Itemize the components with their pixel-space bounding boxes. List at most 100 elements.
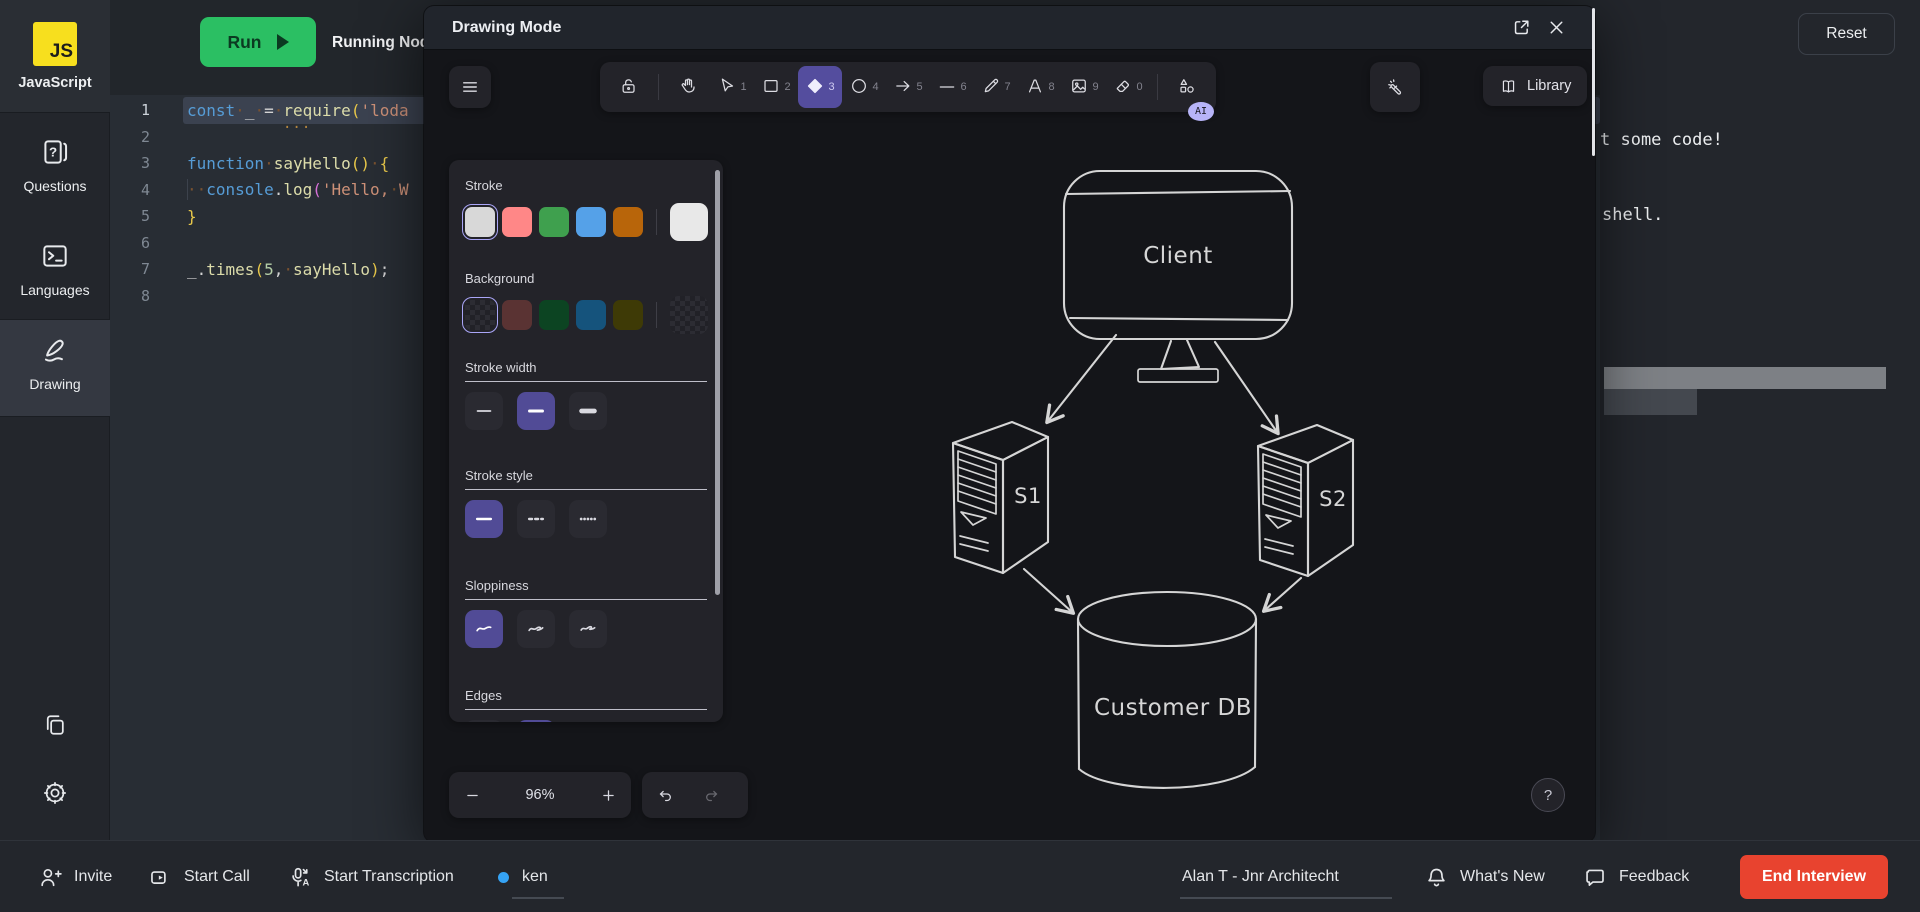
sloppiness-label: Sloppiness bbox=[465, 578, 707, 600]
tool-ellipse[interactable]: 4 bbox=[842, 66, 886, 108]
bg-row-swatch[interactable] bbox=[465, 300, 495, 330]
stroke-row-swatch[interactable] bbox=[465, 207, 495, 237]
style-row-option-2[interactable] bbox=[517, 500, 555, 538]
stroke-row-swatch[interactable] bbox=[576, 207, 606, 237]
feedback-button[interactable]: Feedback bbox=[1583, 841, 1689, 912]
undo-icon bbox=[657, 787, 674, 804]
tool-diamond[interactable]: 3 bbox=[798, 66, 842, 108]
stroke-width-options bbox=[465, 392, 707, 430]
modal-title: Drawing Mode bbox=[452, 19, 561, 37]
feedback-label: Feedback bbox=[1619, 868, 1689, 886]
zoom-in-button[interactable] bbox=[585, 772, 631, 818]
tool-shapes[interactable]: AI bbox=[1165, 66, 1209, 108]
library-button[interactable]: Library bbox=[1483, 66, 1587, 106]
undo-button[interactable] bbox=[642, 772, 688, 818]
laser-pointer-button[interactable] bbox=[1370, 62, 1420, 112]
edges-row-option-2[interactable] bbox=[517, 720, 555, 722]
sidebar-item-questions[interactable]: ? Questions bbox=[0, 136, 110, 194]
bg-row-swatch[interactable] bbox=[613, 300, 643, 330]
open-in-new-window-button[interactable] bbox=[1510, 17, 1532, 39]
help-button[interactable]: ? bbox=[1531, 778, 1565, 812]
sidebar-item-languages[interactable]: Languages bbox=[0, 240, 110, 298]
menu-button[interactable] bbox=[449, 66, 491, 108]
tool-shortcut: 6 bbox=[960, 81, 966, 93]
end-interview-button[interactable]: End Interview bbox=[1740, 855, 1888, 899]
tool-shortcut: 7 bbox=[1004, 81, 1010, 93]
external-link-icon bbox=[1511, 17, 1532, 38]
laser-wand-icon bbox=[1385, 77, 1406, 98]
bg-row-current-color[interactable] bbox=[670, 296, 708, 334]
client-monitor-shape[interactable]: Client bbox=[1064, 171, 1292, 382]
rectangle-icon bbox=[761, 76, 781, 99]
right-panel-scrollbar[interactable] bbox=[1592, 8, 1595, 156]
line-number: 6 bbox=[110, 234, 150, 252]
sidebar-item-drawing[interactable]: Drawing bbox=[0, 334, 110, 392]
stroke-row-swatch[interactable] bbox=[502, 207, 532, 237]
background-section-label: Background bbox=[465, 271, 707, 286]
width-row-option-3[interactable] bbox=[569, 392, 607, 430]
redo-button[interactable] bbox=[688, 772, 734, 818]
tool-rectangle[interactable]: 2 bbox=[754, 66, 798, 108]
tool-shortcut: 1 bbox=[740, 81, 746, 93]
style-row-option-1[interactable] bbox=[465, 500, 503, 538]
bg-row-swatch[interactable] bbox=[576, 300, 606, 330]
selection-icon bbox=[717, 76, 737, 99]
style-row-option-3[interactable] bbox=[569, 500, 607, 538]
tool-draw[interactable]: 7 bbox=[974, 66, 1018, 108]
microphone-icon: A bbox=[288, 865, 313, 890]
slop-row-option-2[interactable] bbox=[517, 610, 555, 648]
sidebar-item-label: Languages bbox=[20, 282, 89, 298]
edges-row-option-1[interactable] bbox=[465, 720, 503, 722]
draw-icon bbox=[981, 76, 1001, 99]
panel-scrollbar[interactable] bbox=[715, 170, 720, 595]
selection-bar bbox=[1604, 389, 1697, 415]
slop-row-option-3[interactable] bbox=[569, 610, 607, 648]
tool-shortcut: 9 bbox=[1092, 81, 1098, 93]
stroke-row-current-color[interactable] bbox=[670, 203, 708, 241]
bg-row-swatch[interactable] bbox=[539, 300, 569, 330]
whats-new-label: What's New bbox=[1460, 868, 1545, 886]
database-cylinder-shape[interactable]: Customer DB bbox=[1078, 592, 1256, 788]
reset-button[interactable]: Reset bbox=[1798, 13, 1895, 55]
start-transcription-button[interactable]: A Start Transcription bbox=[288, 841, 454, 912]
settings-button[interactable] bbox=[41, 779, 69, 807]
zoom-out-button[interactable] bbox=[449, 772, 495, 818]
terminal-icon bbox=[39, 240, 71, 272]
footer-bar: Invite Start Call A Start Transcription … bbox=[0, 840, 1920, 912]
stroke-row-swatch[interactable] bbox=[613, 207, 643, 237]
tool-line[interactable]: 6 bbox=[930, 66, 974, 108]
person-plus-icon bbox=[38, 865, 63, 890]
start-call-label: Start Call bbox=[184, 868, 250, 886]
tool-selection[interactable]: 1 bbox=[710, 66, 754, 108]
run-button[interactable]: Run bbox=[200, 17, 316, 67]
tool-hand[interactable] bbox=[666, 66, 710, 108]
instructions-fragment: t some code! bbox=[1600, 130, 1723, 150]
tool-shortcut: 4 bbox=[872, 81, 878, 93]
start-transcription-label: Start Transcription bbox=[324, 868, 454, 886]
tool-text[interactable]: 8 bbox=[1018, 66, 1062, 108]
history-controls bbox=[642, 772, 748, 818]
start-call-button[interactable]: Start Call bbox=[148, 841, 250, 912]
bg-row-swatch[interactable] bbox=[502, 300, 532, 330]
width-row-option-1[interactable] bbox=[465, 392, 503, 430]
zoom-level[interactable]: 96% bbox=[495, 787, 585, 803]
stroke-row-swatch[interactable] bbox=[539, 207, 569, 237]
invite-button[interactable]: Invite bbox=[38, 841, 112, 912]
width-row-option-2[interactable] bbox=[517, 392, 555, 430]
line-number: 4 bbox=[110, 181, 150, 199]
instructions-fragment: shell. bbox=[1602, 205, 1663, 225]
user-presence: ken bbox=[498, 841, 548, 912]
tool-image[interactable]: 9 bbox=[1062, 66, 1106, 108]
slop-row-option-1[interactable] bbox=[465, 610, 503, 648]
toolbar-divider bbox=[658, 74, 659, 100]
tool-eraser[interactable]: 0 bbox=[1106, 66, 1150, 108]
chat-icon bbox=[1583, 865, 1608, 890]
tool-lock[interactable] bbox=[607, 66, 651, 108]
close-modal-button[interactable] bbox=[1545, 17, 1567, 39]
sidebar-item-javascript[interactable]: JS JavaScript bbox=[0, 0, 110, 113]
copy-button[interactable] bbox=[41, 711, 69, 739]
participant-name[interactable]: Alan T - Jnr Architecht bbox=[1182, 841, 1339, 912]
whats-new-button[interactable]: What's New bbox=[1424, 841, 1545, 912]
tool-arrow[interactable]: 5 bbox=[886, 66, 930, 108]
user-name: ken bbox=[522, 868, 548, 886]
